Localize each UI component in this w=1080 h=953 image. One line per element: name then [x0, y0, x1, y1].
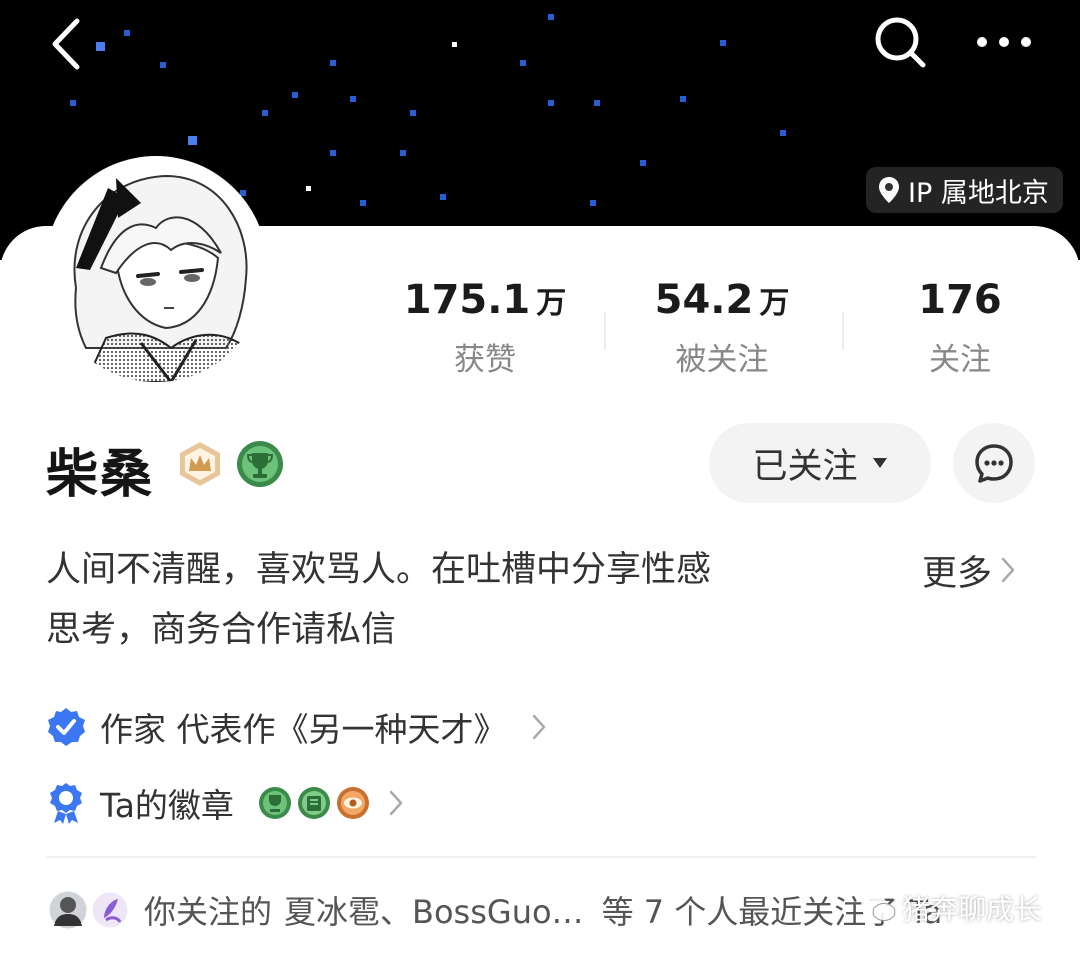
bio-more-label: 更多 — [922, 553, 993, 594]
location-pin-icon — [879, 177, 899, 203]
star-pixel — [350, 96, 356, 102]
more-dots-icon — [977, 37, 1031, 47]
chevron-right-icon — [532, 714, 545, 740]
star-pixel — [330, 60, 336, 66]
following-count: 176 — [918, 277, 1002, 323]
star-pixel — [188, 136, 197, 145]
eye-badge-mini-icon — [336, 787, 369, 819]
book-badge-mini-icon — [297, 787, 330, 819]
chevron-left-icon — [52, 18, 80, 70]
star-pixel — [548, 100, 554, 106]
search-icon — [875, 17, 926, 68]
followers-stat[interactable]: 54.2 万 被关注 — [622, 276, 822, 379]
mutual-names: 夏冰雹、BossGuo… — [284, 893, 584, 931]
badges-label: Ta的徽章 — [100, 786, 234, 825]
star-pixel — [780, 130, 786, 136]
trophy-badge-icon[interactable] — [236, 440, 284, 488]
profile-name: 柴桑 — [46, 445, 155, 505]
star-pixel — [330, 150, 336, 156]
star-pixel — [680, 96, 686, 102]
crown-badge-icon[interactable] — [176, 440, 224, 488]
following-label: 关注 — [929, 342, 991, 378]
mutual-avatars — [46, 888, 131, 932]
section-divider — [46, 856, 1036, 858]
caret-down-icon — [872, 458, 887, 468]
ip-location-badge: IP 属地北京 — [866, 167, 1063, 213]
followers-count: 54.2 万 — [654, 277, 790, 323]
star-pixel — [306, 186, 311, 191]
wechat-icon — [861, 895, 896, 921]
trophy-badge-mini-icon — [258, 787, 291, 819]
following-status-button[interactable]: 已关注 — [709, 423, 931, 503]
star-pixel — [548, 14, 554, 20]
watermark-text: 猪奔聊成长 — [902, 893, 1043, 926]
stat-divider — [604, 312, 606, 350]
avatar[interactable] — [46, 158, 266, 382]
star-pixel — [70, 100, 76, 106]
bio-more-link[interactable]: 更多 — [922, 540, 1016, 600]
back-button[interactable] — [36, 14, 96, 74]
certification-text: 作家 代表作《另一种天才》 — [100, 710, 507, 749]
star-pixel — [594, 100, 600, 106]
star-pixel — [720, 40, 726, 46]
star-pixel — [410, 110, 416, 116]
badges-row[interactable]: Ta的徽章 — [46, 776, 404, 830]
likes-count: 175.1 万 — [403, 277, 567, 323]
certification-row[interactable]: 作家 代表作《另一种天才》 — [46, 700, 547, 754]
chevron-right-icon — [389, 790, 403, 816]
following-stat[interactable]: 176 关注 — [860, 276, 1060, 379]
following-status-label: 已关注 — [752, 446, 858, 487]
star-pixel — [96, 42, 105, 51]
star-pixel — [640, 160, 646, 166]
mutual-follows-row[interactable]: 你关注的 夏冰雹、BossGuo… 等 7 个人最近关注了 Ta — [46, 884, 942, 936]
star-pixel — [400, 150, 406, 156]
ip-location-text: IP 属地北京 — [908, 177, 1049, 209]
chevron-right-icon — [1001, 557, 1015, 583]
chat-bubble-icon — [975, 444, 1013, 483]
verified-badge-icon — [48, 708, 85, 746]
avatar-illustration — [46, 158, 266, 382]
star-pixel — [452, 42, 457, 47]
star-pixel — [124, 30, 130, 36]
more-options-button[interactable] — [966, 18, 1042, 66]
search-button[interactable] — [868, 10, 932, 74]
bio-line: 思考，商务合作请私信 — [46, 610, 397, 650]
star-pixel — [240, 190, 246, 196]
bio-line: 人间不清醒，喜欢骂人。在吐槽中分享性感 — [46, 550, 712, 590]
message-button[interactable] — [953, 423, 1035, 503]
star-pixel — [590, 200, 596, 206]
star-pixel — [160, 62, 166, 68]
star-pixel — [520, 60, 526, 66]
star-pixel — [292, 92, 298, 98]
badge-ribbon-icon — [50, 783, 82, 824]
star-pixel — [440, 194, 446, 200]
likes-stat[interactable]: 175.1 万 获赞 — [385, 276, 585, 379]
stat-divider — [842, 312, 844, 350]
followers-label: 被关注 — [675, 342, 769, 378]
star-pixel — [360, 200, 366, 206]
profile-bio: 人间不清醒，喜欢骂人。在吐槽中分享性感 思考，商务合作请私信 — [46, 540, 866, 660]
star-pixel — [262, 110, 268, 116]
mutual-prefix: 你关注的 — [144, 893, 273, 931]
watermark: 猪奔聊成长 — [860, 888, 1042, 928]
likes-label: 获赞 — [454, 342, 516, 378]
